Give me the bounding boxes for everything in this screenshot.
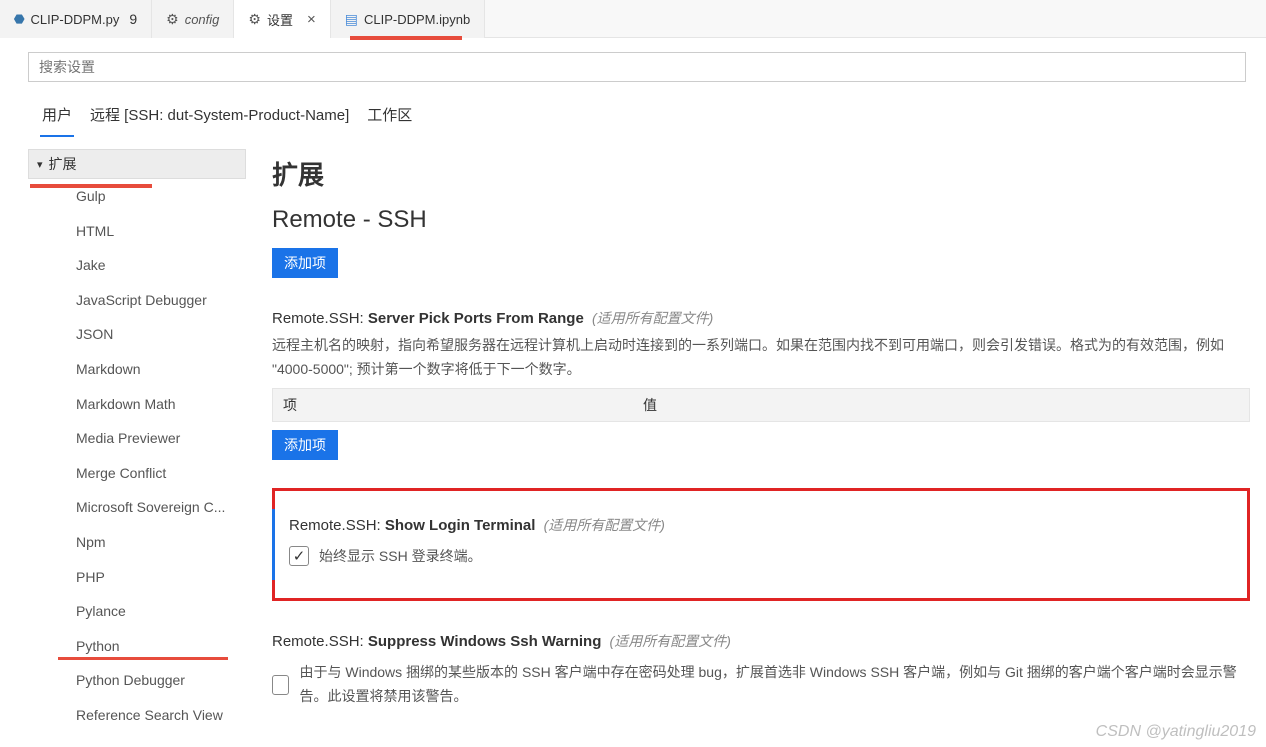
sliders-icon: ⚙	[248, 11, 261, 28]
setting-name: Server Pick Ports From Range	[368, 310, 584, 327]
tree-item-html[interactable]: HTML	[28, 214, 252, 249]
page-title: 扩展	[272, 155, 1250, 192]
setting-prefix: Remote.SSH:	[289, 517, 385, 534]
tree-item-media-previewer[interactable]: Media Previewer	[28, 421, 252, 456]
setting-description: 远程主机名的映射，指向希望服务器在远程计算机上启动时连接到的一系列端口。如果在范…	[272, 334, 1250, 382]
scope-remote[interactable]: 远程 [SSH: dut-System-Product-Name]	[88, 96, 351, 137]
tree-item-jake[interactable]: Jake	[28, 248, 252, 283]
settings-scope-row: 用户 远程 [SSH: dut-System-Product-Name] 工作区	[0, 86, 1266, 137]
search-bar-wrap	[0, 38, 1266, 86]
tree-item-markdown[interactable]: Markdown	[28, 352, 252, 387]
search-input[interactable]	[28, 52, 1246, 82]
close-icon[interactable]: ×	[307, 11, 316, 28]
add-item-button[interactable]: 添加项	[272, 248, 338, 278]
tree-item-php[interactable]: PHP	[28, 560, 252, 595]
annotation-underline	[58, 657, 228, 660]
setting-scope-note: (适用所有配置文件)	[592, 310, 713, 326]
annotation-underline	[30, 184, 152, 188]
tree-item-reference-search-view[interactable]: Reference Search View	[28, 698, 252, 733]
tab-label: CLIP-DDPM.py	[30, 12, 119, 27]
tab-mod-count: 9	[129, 11, 137, 27]
section-title: Remote - SSH	[272, 206, 1250, 234]
tree-item-pylance[interactable]: Pylance	[28, 594, 252, 629]
col-key: 项	[283, 395, 643, 415]
checkbox-show-login-terminal[interactable]: ✓	[289, 546, 309, 566]
chevron-down-icon: ▾	[37, 158, 43, 171]
watermark: CSDN @yatingliu2019	[1096, 723, 1256, 741]
add-item-button[interactable]: 添加项	[272, 430, 338, 460]
settings-content: 扩展 Remote - SSH 添加项 Remote.SSH: Server P…	[252, 137, 1266, 744]
checkbox-label: 始终显示 SSH 登录终端。	[319, 545, 482, 569]
tab-label: 设置	[267, 10, 293, 29]
gear-icon: ⚙	[166, 11, 179, 28]
settings-tree: ▾ 扩展 GulpHTMLJakeJavaScript DebuggerJSON…	[0, 137, 252, 744]
tree-parent-label: 扩展	[49, 154, 77, 174]
tree-parent-extensions[interactable]: ▾ 扩展	[28, 149, 246, 179]
tab-clip-ddpm-py[interactable]: ⬣ CLIP-DDPM.py 9	[0, 0, 152, 38]
setting-prefix: Remote.SSH:	[272, 310, 368, 327]
tree-item-markdown-math[interactable]: Markdown Math	[28, 387, 252, 422]
tree-item-python-debugger[interactable]: Python Debugger	[28, 663, 252, 698]
annotation-underline	[350, 36, 462, 40]
scope-user[interactable]: 用户	[40, 96, 74, 137]
tab-settings[interactable]: ⚙ 设置 ×	[234, 0, 330, 38]
tab-clip-ddpm-ipynb[interactable]: ▤ CLIP-DDPM.ipynb	[331, 0, 485, 38]
setting-show-login-terminal: Remote.SSH: Show Login Terminal (适用所有配置文…	[272, 488, 1250, 602]
tree-item-javascript-debugger[interactable]: JavaScript Debugger	[28, 283, 252, 318]
checkbox-suppress-warning[interactable]	[272, 675, 289, 695]
tree-item-json[interactable]: JSON	[28, 317, 252, 352]
tab-config[interactable]: ⚙ config	[152, 0, 234, 38]
setting-name: Show Login Terminal	[385, 517, 536, 534]
setting-name: Suppress Windows Ssh Warning	[368, 633, 602, 650]
kv-table-header: 项 值	[272, 388, 1250, 422]
tree-item-remote-ssh[interactable]: Remote - SSH	[28, 733, 252, 745]
tab-label: config	[185, 12, 220, 27]
setting-scope-note: (适用所有配置文件)	[544, 517, 665, 533]
notebook-icon: ▤	[345, 11, 358, 28]
scope-workspace[interactable]: 工作区	[365, 96, 414, 137]
editor-tabs: ⬣ CLIP-DDPM.py 9 ⚙ config ⚙ 设置 × ▤ CLIP-…	[0, 0, 1266, 38]
col-val: 值	[643, 395, 657, 415]
tree-item-merge-conflict[interactable]: Merge Conflict	[28, 456, 252, 491]
setting-description: 由于与 Windows 捆绑的某些版本的 SSH 客户端中存在密码处理 bug，…	[299, 661, 1250, 709]
python-icon: ⬣	[14, 12, 24, 26]
tree-item-microsoft-sovereign-c-[interactable]: Microsoft Sovereign C...	[28, 490, 252, 525]
setting-scope-note: (适用所有配置文件)	[610, 633, 731, 649]
setting-suppress-windows-ssh-warning: Remote.SSH: Suppress Windows Ssh Warning…	[272, 631, 1250, 709]
tab-label: CLIP-DDPM.ipynb	[364, 12, 470, 27]
setting-server-pick-ports: Remote.SSH: Server Pick Ports From Range…	[272, 308, 1250, 460]
tree-item-npm[interactable]: Npm	[28, 525, 252, 560]
setting-prefix: Remote.SSH:	[272, 633, 368, 650]
